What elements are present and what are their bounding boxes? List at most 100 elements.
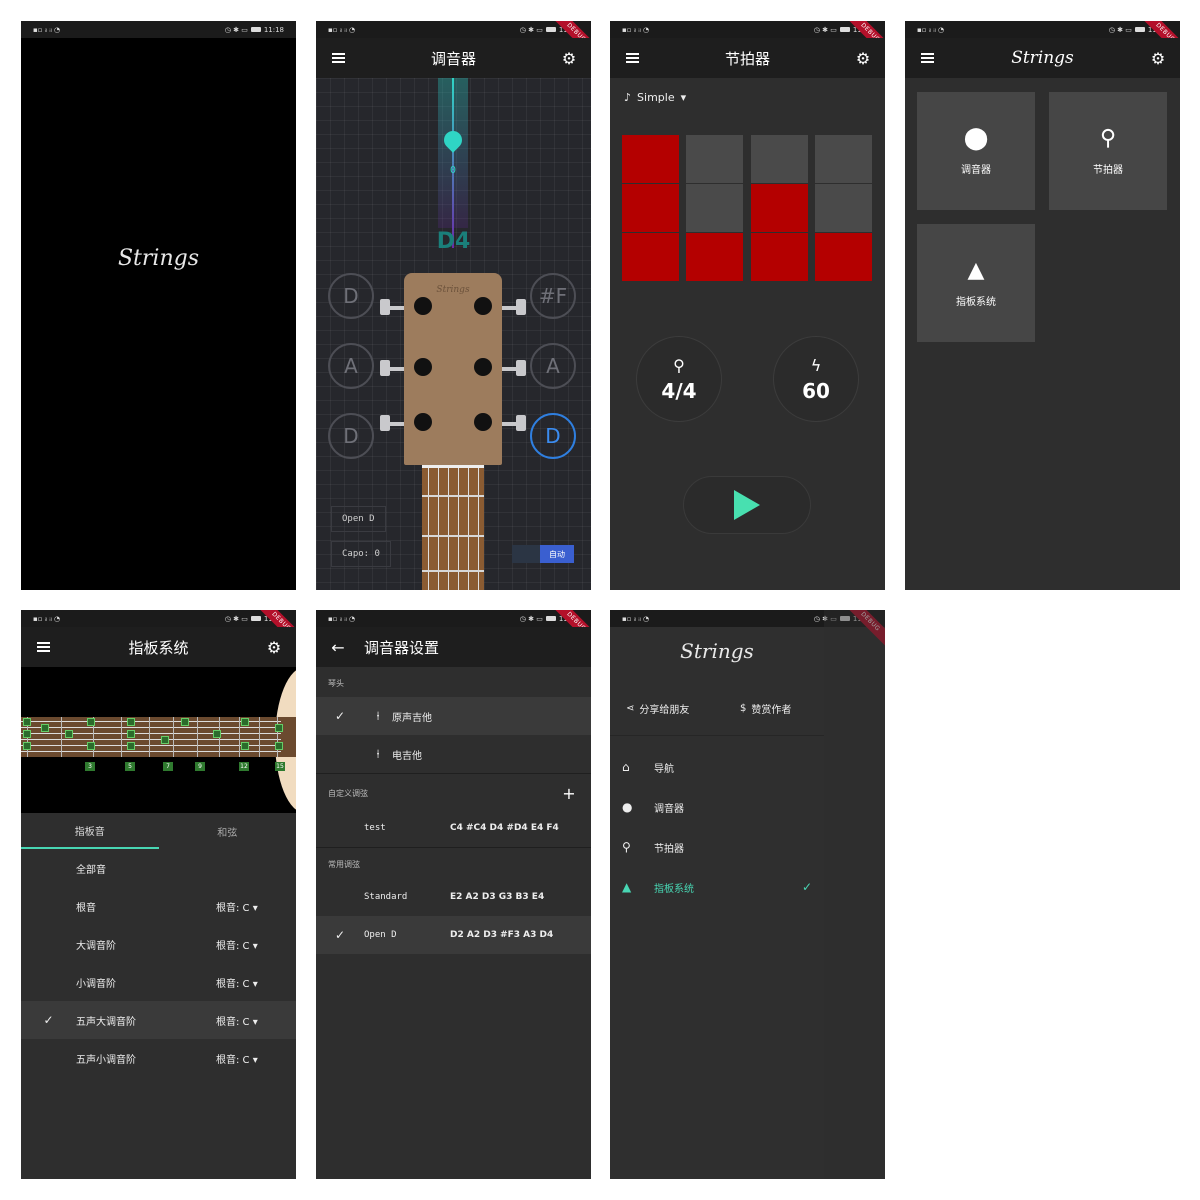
string-5-button[interactable]: A (328, 343, 374, 389)
list-item[interactable]: ✓ 五声大调音阶 根音: C ▾ (21, 1001, 296, 1039)
string-6-button[interactable]: D (328, 273, 374, 319)
tuner-tile[interactable]: ⬤ 调音器 (917, 92, 1035, 210)
beat-cell[interactable] (751, 184, 808, 232)
location-pin-icon: ● (622, 800, 633, 814)
list-item[interactable]: 小调音阶 根音: C ▾ (21, 963, 296, 1001)
beat-cell[interactable] (751, 135, 808, 183)
bpm-button[interactable]: ϟ 60 (773, 336, 859, 422)
scale-name: 五声大调音阶 (76, 1016, 136, 1028)
standard-tuning-row[interactable]: Standard E2 A2 D3 G3 B3 E4 (316, 878, 591, 916)
tab-fretboard-notes[interactable]: 指板音 (21, 813, 159, 849)
root-dropdown[interactable]: 根音: C ▾ (216, 899, 296, 914)
string-3-button[interactable]: D (530, 413, 576, 459)
root-dropdown[interactable]: 根音: C ▾ (216, 1051, 296, 1066)
tile-label: 节拍器 (1093, 165, 1123, 176)
note-marker (23, 730, 31, 738)
string-1-button[interactable]: #F (530, 273, 576, 319)
fretboard-view[interactable]: 3 5 7 9 12 15 (21, 667, 296, 813)
guitar-neck (422, 465, 484, 590)
status-bar: ▪▫ ᵢₗ ᵢₗ ◔ ◷ ✱ ▭11:18 (316, 610, 591, 627)
open-d-tuning-row[interactable]: ✓ Open D D2 A2 D3 #F3 A3 D4 (316, 916, 591, 954)
share-button[interactable]: ⋖ 分享给朋友 (626, 701, 689, 716)
root-dropdown[interactable]: 根音: C ▾ (216, 937, 296, 952)
nav-item-home[interactable]: ⌂ 导航 (622, 752, 812, 782)
fretboard-screen: ▪▫ ᵢₗ ᵢₗ ◔ ◷ ✱ ▭11:18 DEBUG 指板系统 ⚙ (21, 610, 296, 1179)
scale-name: 五声小调音阶 (76, 1054, 136, 1066)
list-item[interactable]: 五声小调音阶 根音: C ▾ (21, 1039, 296, 1077)
page-title: 节拍器 (724, 49, 770, 68)
custom-tuning-row[interactable]: test C4 #C4 D4 #D4 E4 F4 (316, 809, 591, 847)
back-arrow-icon[interactable]: ← (327, 636, 349, 658)
beat-cell[interactable] (815, 135, 872, 183)
note-marker (275, 724, 283, 732)
note-marker (127, 718, 135, 726)
beat-cell[interactable] (686, 184, 743, 232)
note-marker (181, 718, 189, 726)
scrim[interactable] (824, 610, 885, 1179)
settings-gear-icon[interactable]: ⚙ (1147, 47, 1169, 69)
beat-cell[interactable] (751, 233, 808, 281)
beat-cell[interactable] (622, 233, 679, 281)
settings-gear-icon[interactable]: ⚙ (852, 47, 874, 69)
auto-toggle-label: 自动 (540, 545, 574, 563)
donate-button[interactable]: $ 赞赏作者 (740, 701, 791, 716)
section-header: 琴头 (328, 679, 344, 688)
time-signature-button[interactable]: ⚲ 4/4 (636, 336, 722, 422)
nav-drawer: Strings ⋖ 分享给朋友 $ 赞赏作者 ⌂ 导航 ● 调音器 ⚲ 节拍器 … (610, 627, 824, 1179)
menu-icon[interactable] (32, 636, 54, 658)
menu-icon[interactable] (621, 47, 643, 69)
beat-cell[interactable] (622, 184, 679, 232)
beat-cell[interactable] (815, 184, 872, 232)
fret-number: 7 (163, 762, 173, 771)
machine-knob (380, 415, 390, 431)
nav-item-metronome[interactable]: ⚲ 节拍器 (622, 832, 812, 862)
note-marker (87, 718, 95, 726)
app-bar: 调音器 ⚙ (316, 38, 591, 78)
list-item[interactable]: 大调音阶 根音: C ▾ (21, 925, 296, 963)
section-header: 自定义调弦 (328, 789, 368, 798)
auto-toggle[interactable]: 自动 (512, 545, 574, 563)
add-icon[interactable]: + (558, 782, 580, 804)
tuning-name: Open D (364, 930, 397, 940)
note-marker (127, 742, 135, 750)
nav-item-tuner[interactable]: ● 调音器 (622, 792, 812, 822)
acoustic-guitar-icon: ⍿ (376, 708, 380, 723)
headstock-acoustic[interactable]: ✓ ⍿ 原声吉他 (316, 697, 591, 735)
nav-label: 节拍器 (654, 843, 684, 855)
guitar-nut (422, 465, 484, 468)
electric-guitar-icon: ⍿ (376, 746, 380, 761)
settings-gear-icon[interactable]: ⚙ (263, 636, 285, 658)
headstock-electric[interactable]: ⍿ 电吉他 (316, 735, 591, 773)
machine-knob (516, 299, 526, 315)
beat-cell[interactable] (686, 233, 743, 281)
string-2-button[interactable]: A (530, 343, 576, 389)
settings-gear-icon[interactable]: ⚙ (558, 47, 580, 69)
share-label: 分享给朋友 (639, 705, 690, 716)
tab-chords[interactable]: 和弦 (159, 813, 297, 849)
menu-icon[interactable] (916, 47, 938, 69)
root-dropdown[interactable]: 根音: C ▾ (216, 975, 296, 990)
menu-icon[interactable] (327, 47, 349, 69)
note-marker (213, 730, 221, 738)
nav-item-fretboard[interactable]: ▲ 指板系统 ✓ (622, 872, 812, 902)
mode-dropdown[interactable]: ♪ Simple ▾ (624, 91, 686, 104)
nav-label: 调音器 (654, 803, 684, 815)
fret-number: 3 (85, 762, 95, 771)
fretboard-tile[interactable]: ▲ 指板系统 (917, 224, 1035, 342)
app-bar: 节拍器 ⚙ (610, 38, 885, 78)
machine-knob (516, 415, 526, 431)
metronome-tile[interactable]: ⚲ 节拍器 (1049, 92, 1167, 210)
string-4-button[interactable]: D (328, 413, 374, 459)
home-screen: ▪▫ ᵢₗ ᵢₗ ◔ ◷ ✱ ▭11:18 DEBUG Strings ⚙ ⬤ … (905, 21, 1180, 590)
beat-cell[interactable] (686, 135, 743, 183)
beat-cell[interactable] (622, 135, 679, 183)
drawer-screen: ▪▫ ᵢₗ ᵢₗ ◔ ◷ ✱ ▭11:18 DEBUG Strings ⋖ 分享… (610, 610, 885, 1179)
play-button[interactable] (683, 476, 811, 534)
list-item[interactable]: 全部音 (21, 849, 296, 887)
root-dropdown[interactable]: 根音: C ▾ (216, 1013, 296, 1028)
beat-cell[interactable] (815, 233, 872, 281)
tuning-select[interactable]: Open D (331, 506, 386, 532)
list-item[interactable]: 根音 根音: C ▾ (21, 887, 296, 925)
fretboard (21, 717, 296, 757)
capo-select[interactable]: Capo: 0 (331, 541, 391, 567)
